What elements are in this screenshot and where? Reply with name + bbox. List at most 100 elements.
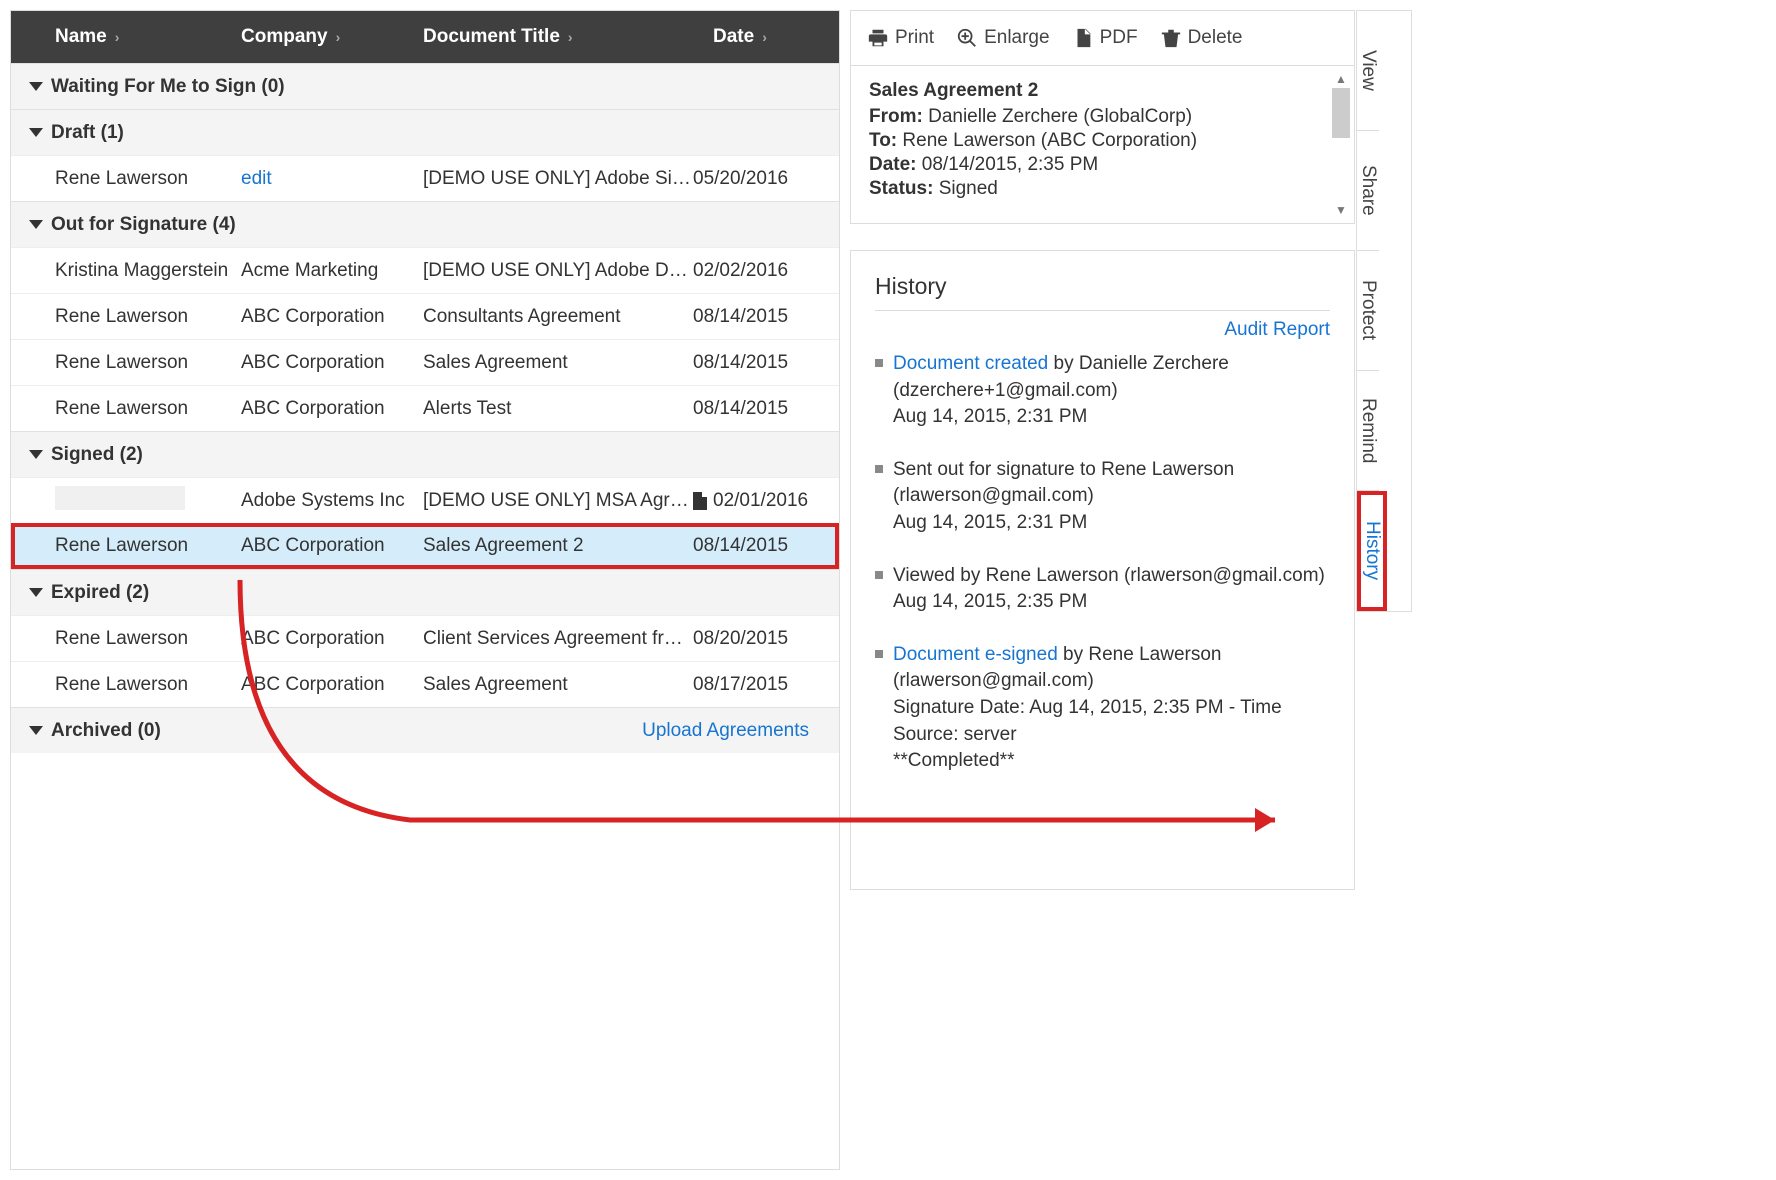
magnify-icon [956,27,978,49]
divider [875,310,1330,311]
bullet-icon [875,571,883,579]
cell-company: Adobe Systems Inc [241,490,423,512]
tab-protect[interactable]: Protect [1357,251,1379,371]
history-panel: History Audit Report Document created by… [850,250,1355,890]
scrollbar-thumb[interactable] [1332,88,1350,138]
table-row[interactable]: Rene LawersonABC CorporationConsultants … [11,293,839,339]
group-header[interactable]: Out for Signature (4) [11,201,839,247]
history-item: Sent out for signature to Rene Lawerson … [875,457,1330,537]
cell-title: [DEMO USE ONLY] MSA Agre… [423,490,693,512]
table-row[interactable]: Rene LawersonABC CorporationSales Agreem… [11,661,839,707]
group-header[interactable]: Waiting For Me to Sign (0) [11,63,839,109]
document-info: ▲ ▼ Sales Agreement 2 From: Danielle Zer… [850,66,1355,224]
print-button[interactable]: Print [859,23,942,53]
cell-title: [DEMO USE ONLY] Adobe Sign A… [423,168,693,190]
group-header[interactable]: Signed (2) [11,431,839,477]
cell-name: Rene Lawerson [55,306,241,328]
agreements-table: Name› Company› Document Title› Date› Wai… [10,10,840,1170]
bullet-icon [875,650,883,658]
cell-date: 08/20/2015 [693,628,813,650]
audit-report-link[interactable]: Audit Report [875,319,1330,341]
cell-title: Consultants Agreement [423,306,693,328]
document-icon [693,492,707,510]
cell-date: 02/02/2016 [693,260,813,282]
table-row[interactable]: Kristina MaggersteinAcme Marketing[DEMO … [11,247,839,293]
history-link[interactable]: Document e-signed [893,644,1058,665]
table-row[interactable]: Adobe Systems Inc[DEMO USE ONLY] MSA Agr… [11,477,839,523]
table-row[interactable]: Rene LawersonABC CorporationSales Agreem… [11,523,839,569]
cell-name: Rene Lawerson [55,628,241,650]
group-label: Archived (0) [51,720,161,742]
doc-title: Sales Agreement 2 [869,80,1336,102]
cell-name: Rene Lawerson [55,168,241,190]
cell-company: Acme Marketing [241,260,423,282]
side-tabs: View Share Protect Remind History [1356,10,1412,612]
group-label: Out for Signature (4) [51,214,236,236]
doc-status: Status: Signed [869,178,1336,200]
chevron-right-icon: › [115,29,120,45]
table-row[interactable]: Rene Lawersonedit[DEMO USE ONLY] Adobe S… [11,155,839,201]
cell-date: 02/01/2016 [693,490,813,512]
col-header-date[interactable]: Date› [713,26,833,48]
cell-name: Rene Lawerson [55,398,241,420]
history-link[interactable]: Document created [893,353,1048,374]
pdf-icon [1072,27,1094,49]
history-item: Viewed by Rene Lawerson (rlawerson@gmail… [875,563,1330,616]
history-text: Sent out for signature to Rene Lawerson … [893,457,1330,537]
history-text: Document created by Danielle Zerchere (d… [893,351,1330,431]
cell-name: Rene Lawerson [55,535,241,557]
table-header: Name› Company› Document Title› Date› [11,11,839,63]
delete-button[interactable]: Delete [1152,23,1251,53]
scroll-up-button[interactable]: ▲ [1332,70,1350,88]
cell-company: ABC Corporation [241,352,423,374]
cell-name: Rene Lawerson [55,674,241,696]
history-text: Viewed by Rene Lawerson (rlawerson@gmail… [893,563,1325,616]
chevron-down-icon [29,220,43,229]
cell-company: ABC Corporation [241,628,423,650]
chevron-right-icon: › [336,29,341,45]
tab-view[interactable]: View [1357,11,1379,131]
tab-history[interactable]: History [1357,491,1387,611]
cell-title: Alerts Test [423,398,693,420]
col-header-name[interactable]: Name› [55,26,241,48]
group-header[interactable]: Expired (2) [11,569,839,615]
cell-name: Kristina Maggerstein [55,260,241,282]
scroll-down-button[interactable]: ▼ [1332,201,1350,219]
doc-date: Date: 08/14/2015, 2:35 PM [869,154,1336,176]
details-toolbar: Print Enlarge PDF Delete [850,10,1355,66]
pdf-button[interactable]: PDF [1064,23,1146,53]
chevron-right-icon: › [762,29,767,45]
enlarge-button[interactable]: Enlarge [948,23,1058,53]
table-row[interactable]: Rene LawersonABC CorporationClient Servi… [11,615,839,661]
cell-company: ABC Corporation [241,398,423,420]
group-label: Waiting For Me to Sign (0) [51,76,285,98]
cell-company: ABC Corporation [241,306,423,328]
cell-date: 08/14/2015 [693,306,813,328]
cell-company[interactable]: edit [241,168,423,190]
group-header[interactable]: Archived (0) Upload Agreements [11,707,839,753]
chevron-down-icon [29,588,43,597]
bullet-icon [875,465,883,473]
table-row[interactable]: Rene LawersonABC CorporationSales Agreem… [11,339,839,385]
upload-agreements-link[interactable]: Upload Agreements [642,720,809,742]
chevron-right-icon: › [568,29,573,45]
redacted-name [55,486,185,510]
cell-date: 05/20/2016 [693,168,813,190]
cell-title: Sales Agreement [423,674,693,696]
cell-title: Sales Agreement [423,352,693,374]
cell-name [55,486,241,516]
cell-title: Sales Agreement 2 [423,535,693,557]
cell-date: 08/14/2015 [693,352,813,374]
cell-title: [DEMO USE ONLY] Adobe Docu… [423,260,693,282]
cell-title: Client Services Agreement from … [423,628,693,650]
tab-share[interactable]: Share [1357,131,1379,251]
chevron-down-icon [29,726,43,735]
col-header-title[interactable]: Document Title› [423,26,713,48]
col-header-company[interactable]: Company› [241,26,423,48]
tab-remind[interactable]: Remind [1357,371,1379,491]
group-header[interactable]: Draft (1) [11,109,839,155]
print-icon [867,27,889,49]
history-item: Document created by Danielle Zerchere (d… [875,351,1330,431]
doc-to: To: Rene Lawerson (ABC Corporation) [869,130,1336,152]
table-row[interactable]: Rene LawersonABC CorporationAlerts Test0… [11,385,839,431]
